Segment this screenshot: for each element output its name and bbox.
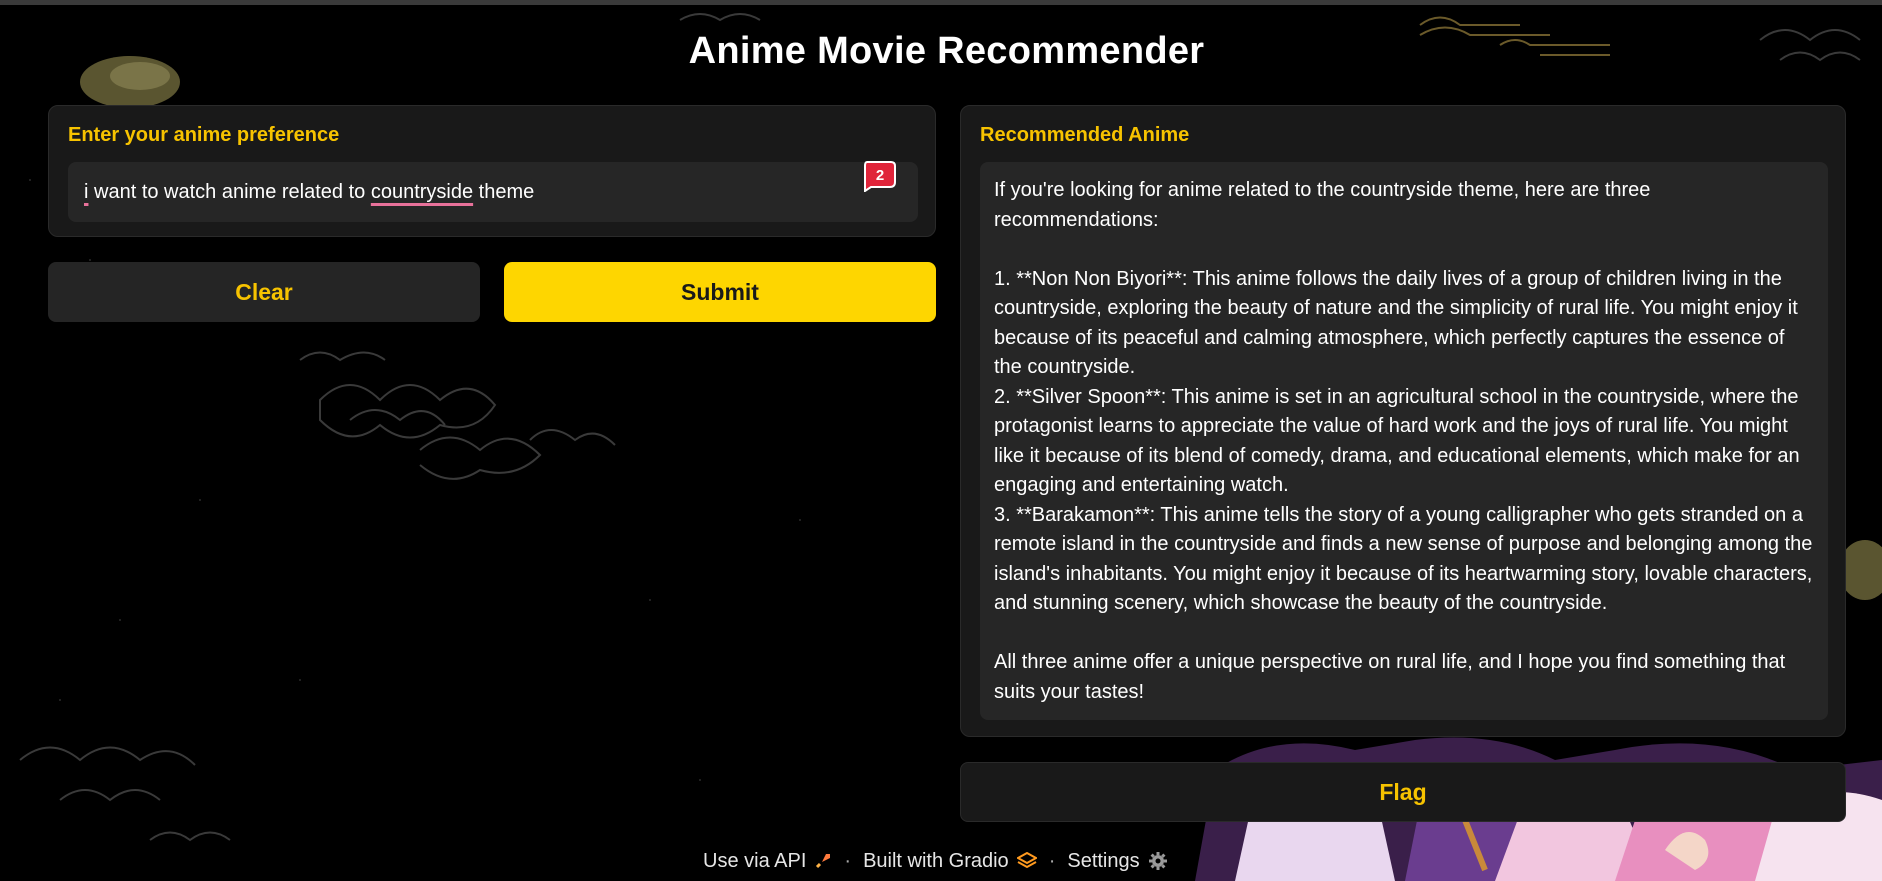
clear-button[interactable]: Clear xyxy=(48,262,480,322)
use-via-api-link[interactable]: Use via API xyxy=(703,850,832,873)
recommendation-output-text[interactable]: If you're looking for anime related to t… xyxy=(980,162,1828,720)
footer-separator: · xyxy=(844,849,852,872)
use-via-api-label: Use via API xyxy=(703,849,807,872)
recommendation-output-label: Recommended Anime xyxy=(980,124,1190,146)
flag-button[interactable]: Flag xyxy=(960,762,1846,822)
textbox-text: i want to watch anime related to country… xyxy=(84,181,534,204)
built-with-gradio-link[interactable]: Built with Gradio xyxy=(863,850,1037,873)
notification-badge-icon[interactable]: 2 xyxy=(861,160,897,192)
recommendation-output-panel: Recommended Anime If you're looking for … xyxy=(960,105,1846,737)
textbox-text-part: theme xyxy=(473,180,535,203)
preference-input-label: Enter your anime preference xyxy=(68,124,340,146)
submit-button[interactable]: Submit xyxy=(504,262,936,322)
textbox-text-part: want to watch anime related to xyxy=(88,180,371,203)
settings-label: Settings xyxy=(1067,849,1140,872)
rocket-icon xyxy=(816,854,831,869)
spellcheck-word: countryside xyxy=(370,180,474,203)
gear-icon xyxy=(1148,852,1167,870)
preference-textbox[interactable]: i want to watch anime related to country… xyxy=(68,162,918,222)
footer: Use via API · Built with Gradio · Settin… xyxy=(703,849,1168,873)
built-with-gradio-label: Built with Gradio xyxy=(863,849,1009,872)
browser-top-strip xyxy=(0,0,1882,5)
gradio-logo-icon xyxy=(1016,852,1037,869)
settings-link[interactable]: Settings xyxy=(1067,850,1167,873)
preference-input-panel: Enter your anime preference i want to wa… xyxy=(48,105,936,237)
footer-separator: · xyxy=(1048,849,1056,872)
notification-badge-count: 2 xyxy=(876,167,884,184)
page-title: Anime Movie Recommender xyxy=(688,30,1205,72)
